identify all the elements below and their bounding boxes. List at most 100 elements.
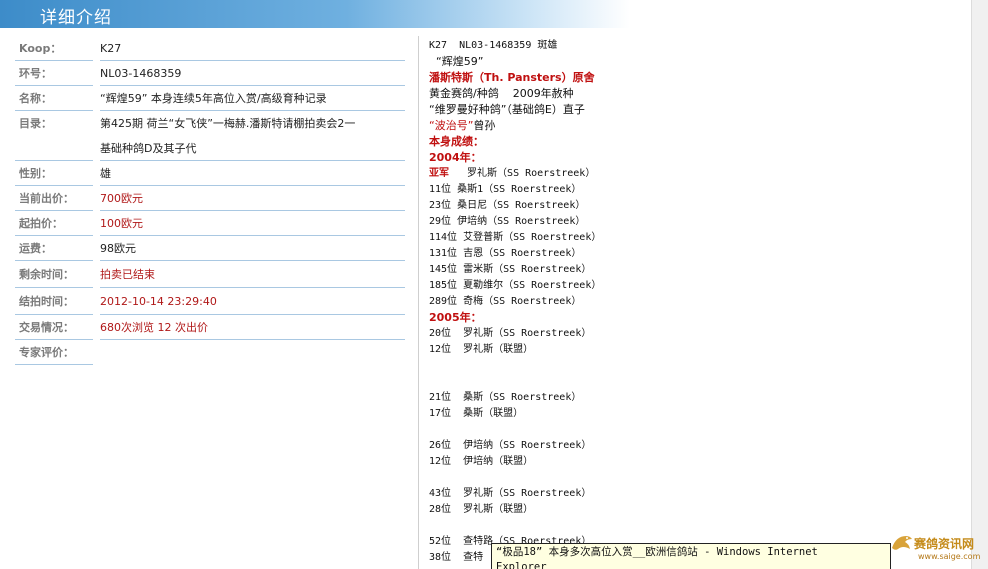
result-2005-row: 20位 罗礼斯（SS Roerstreek）: [429, 328, 592, 339]
koop-value: K27: [100, 36, 405, 61]
vertical-scrollbar[interactable]: [971, 0, 988, 569]
end-time-value: 2012-10-14 23:29:40: [100, 288, 405, 315]
name-label: 名称：: [15, 86, 93, 111]
site-watermark: 赛鸽资讯网 www.saige.com: [888, 530, 988, 569]
result-2004-pos: 11位: [429, 184, 452, 195]
result-2005-row: 12位 罗礼斯（联盟）: [429, 344, 534, 355]
info-row-catalog: 目录： 第425期 荷兰“女飞侠”一梅赫.潘斯特请棚拍卖会2一 基础种鸽D及其子…: [15, 111, 405, 161]
details-year-2005: 2005年：: [429, 311, 482, 324]
ring-value: NL03-1468359: [100, 61, 405, 86]
start-price-label: 起拍价：: [15, 211, 93, 236]
result-2004-text: 罗礼斯（SS Roerstreek）: [449, 168, 596, 179]
result-2004-row: 145位 雷米斯（SS Roerstreek）: [429, 262, 849, 278]
catalog-value-line1: 第425期 荷兰“女飞侠”一梅赫.潘斯特请棚拍卖会2一: [100, 117, 356, 130]
result-2004-row: 亚军 罗礼斯（SS Roerstreek）: [429, 166, 849, 182]
info-row-shipping: 运费： 98欧元: [15, 236, 405, 261]
sex-label: 性别：: [15, 161, 93, 186]
shipping-value: 98欧元: [100, 236, 405, 261]
result-2004-pos: 145位: [429, 264, 458, 275]
current-bid-value: 700欧元: [100, 186, 405, 211]
result-2004-row: 114位 艾登普斯（SS Roerstreek）: [429, 230, 849, 246]
details-nickname: “辉煌59”: [429, 55, 484, 68]
result-2004-row: 29位 伊培纳（SS Roerstreek）: [429, 214, 849, 230]
result-2004-text: 伊培纳（SS Roerstreek）: [451, 216, 586, 227]
result-2004-row: 289位 奇梅（SS Roerstreek）: [429, 294, 849, 310]
result-2004-text: 奇梅（SS Roerstreek）: [457, 296, 582, 307]
result-2004-text: 桑日尼（SS Roerstreek）: [451, 200, 586, 211]
pigeon-logo-icon: [892, 536, 912, 550]
info-row-trade: 交易情况： 680次浏览 12 次出价: [15, 315, 405, 340]
sex-value: 雄: [100, 161, 405, 186]
result-2004-pos: 114位: [429, 232, 458, 243]
start-price-value: 100欧元: [100, 211, 405, 236]
result-2004-text: 雷米斯（SS Roerstreek）: [457, 264, 592, 275]
info-row-remaining: 剩余时间： 拍卖已结束: [15, 261, 405, 288]
info-table: Koop： K27 环号： NL03-1468359 名称： “辉煌59” 本身…: [15, 36, 405, 365]
catalog-value: 第425期 荷兰“女飞侠”一梅赫.潘斯特请棚拍卖会2一 基础种鸽D及其子代: [100, 111, 405, 161]
tooltip-line2: Explorer: [496, 561, 547, 569]
result-2004-pos: 29位: [429, 216, 452, 227]
details-parent: “维罗曼好种鸽”（基础鸽E）直子: [429, 103, 585, 116]
current-bid-label: 当前出价：: [15, 186, 93, 211]
result-2005-row: 28位 罗礼斯（联盟）: [429, 504, 534, 515]
section-title: 详细介绍: [40, 8, 112, 28]
result-2005-row: 17位 桑斯（联盟）: [429, 408, 524, 419]
result-2004-row: 131位 吉恩（SS Roerstreek）: [429, 246, 849, 262]
result-2004-text: 吉恩（SS Roerstreek）: [457, 248, 582, 259]
result-2005-row: 43位 罗礼斯（SS Roerstreek）: [429, 488, 592, 499]
info-row-current-bid: 当前出价： 700欧元: [15, 186, 405, 211]
end-time-label: 结拍时间：: [15, 288, 93, 315]
result-2004-text: 夏勒维尔（SS Roerstreek）: [457, 280, 602, 291]
column-divider: [418, 36, 419, 569]
info-row-name: 名称： “辉煌59” 本身连续5年高位入赏/高级育种记录: [15, 86, 405, 111]
catalog-value-line2: 基础种鸽D及其子代: [100, 142, 197, 155]
result-2004-text: 桑斯1（SS Roerstreek）: [451, 184, 582, 195]
details-results-heading: 本身成绩：: [429, 135, 484, 148]
info-row-koop: Koop： K27: [15, 36, 405, 61]
watermark-url: www.saige.com: [918, 552, 981, 561]
result-2004-row: 185位 夏勒维尔（SS Roerstreek）: [429, 278, 849, 294]
result-2004-pos: 131位: [429, 248, 458, 259]
result-2004-pos: 289位: [429, 296, 458, 307]
details-grandparent: “波治号”曾孙: [429, 118, 849, 134]
details-grandparent-name: “波治号”: [429, 119, 474, 132]
info-row-start-price: 起拍价： 100欧元: [15, 211, 405, 236]
remaining-label: 剩余时间：: [15, 261, 93, 288]
expert-label: 专家评价：: [15, 340, 93, 365]
info-row-end-time: 结拍时间： 2012-10-14 23:29:40: [15, 288, 405, 315]
tooltip-line1: “极品18” 本身多次高位入赏__欧洲信鸽站 - Windows Interne…: [496, 546, 818, 558]
shipping-label: 运费：: [15, 236, 93, 261]
expert-value: [100, 340, 405, 365]
result-2005-row: 26位 伊培纳（SS Roerstreek）: [429, 440, 592, 451]
result-2004-text: 艾登普斯（SS Roerstreek）: [457, 232, 602, 243]
catalog-label: 目录：: [15, 111, 93, 161]
details-grandparent-rel: 曾孙: [473, 119, 496, 132]
result-2004-row: 11位 桑斯1（SS Roerstreek）: [429, 182, 849, 198]
details-category: 黄金赛鸽/种鸽 2009年赦种: [429, 87, 574, 100]
window-title-tooltip: “极品18” 本身多次高位入赏__欧洲信鸽站 - Windows Interne…: [491, 543, 891, 569]
result-2004-row: 23位 桑日尼（SS Roerstreek）: [429, 198, 849, 214]
trade-label: 交易情况：: [15, 315, 93, 340]
watermark-name: 赛鸽资讯网: [914, 537, 975, 551]
result-2004-pos: 185位: [429, 280, 458, 291]
remaining-value: 拍卖已结束: [100, 261, 405, 288]
trade-value: 680次浏览 12 次出价: [100, 315, 405, 340]
info-row-ring: 环号： NL03-1468359: [15, 61, 405, 86]
result-2005-row: 21位 桑斯（SS Roerstreek）: [429, 392, 582, 403]
details-text: K27 NL03-1468359 斑雄 “辉煌59” 潘斯特斯（Th. Pans…: [429, 38, 849, 566]
details-ring-line: K27 NL03-1468359 斑雄: [429, 40, 558, 51]
result-2004-pos: 亚军: [429, 168, 449, 179]
name-value: “辉煌59” 本身连续5年高位入赏/高级育种记录: [100, 86, 405, 111]
info-row-sex: 性别： 雄: [15, 161, 405, 186]
section-header-banner: 详细介绍: [0, 0, 630, 28]
result-2004-pos: 23位: [429, 200, 452, 211]
details-year-2004: 2004年：: [429, 151, 482, 164]
details-origin: 潘斯特斯（Th. Pansters）原舍: [429, 71, 595, 84]
koop-label: Koop：: [15, 36, 93, 61]
info-row-expert: 专家评价：: [15, 340, 405, 365]
result-2005-row: 12位 伊培纳（联盟）: [429, 456, 534, 467]
